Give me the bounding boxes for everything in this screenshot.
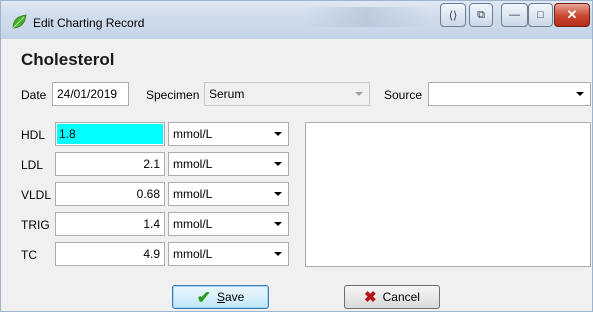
save-mnemonic: S [216, 290, 225, 304]
trig-label: TRIG [21, 218, 50, 232]
trig-unit: mmol/L [173, 217, 213, 231]
trig-value: 1.4 [143, 217, 160, 231]
chevron-down-icon [274, 252, 282, 256]
minimize-icon: — [509, 9, 520, 21]
specimen-value: Serum [209, 87, 245, 101]
tc-unit-select[interactable]: mmol/L [168, 242, 289, 266]
vldl-label: VLDL [21, 188, 52, 202]
minimize-button[interactable]: — [501, 3, 528, 27]
hdl-unit-select[interactable]: mmol/L [168, 122, 289, 146]
date-value: 24/01/2019 [57, 87, 118, 101]
chevron-down-icon [274, 192, 282, 196]
ldl-label: LDL [21, 158, 44, 172]
tc-value-field[interactable]: 4.9 [55, 242, 165, 266]
source-select[interactable] [428, 82, 591, 106]
tc-unit: mmol/L [173, 247, 213, 261]
trig-unit-select[interactable]: mmol/L [168, 212, 289, 236]
chevron-down-icon [355, 92, 363, 96]
maximize-icon: □ [537, 9, 544, 21]
record-heading: Cholesterol [21, 50, 115, 69]
title-bar[interactable]: Edit Charting Record ⟨⟩ ⧉ — □ ✕ [1, 1, 592, 39]
hdl-value-field[interactable]: 1.8 [55, 122, 165, 146]
ldl-value-field[interactable]: 2.1 [55, 152, 165, 176]
vldl-value-field[interactable]: 0.68 [55, 182, 165, 206]
trig-value-field[interactable]: 1.4 [55, 212, 165, 236]
cancel-button[interactable]: ✖ Cancel [344, 285, 440, 309]
window-title: Edit Charting Record [33, 16, 145, 30]
specimen-select[interactable]: Serum [204, 82, 370, 106]
cancel-label: Cancel [382, 290, 420, 304]
specimen-label: Specimen [146, 88, 200, 102]
hdl-label: HDL [21, 128, 46, 142]
check-icon: ✔ [196, 287, 211, 307]
hdl-value: 1.8 [59, 127, 76, 141]
ldl-unit-select[interactable]: mmol/L [168, 152, 289, 176]
copy-glyph: ⧉ [477, 8, 485, 21]
maximize-button[interactable]: □ [528, 3, 553, 27]
chevron-down-icon [274, 162, 282, 166]
tc-label: TC [21, 248, 37, 262]
vldl-unit: mmol/L [173, 187, 213, 201]
chevron-down-icon [274, 132, 282, 136]
date-field[interactable]: 24/01/2019 [52, 82, 129, 106]
vldl-value: 0.68 [136, 187, 160, 201]
close-icon: ✕ [566, 7, 578, 22]
tc-value: 4.9 [143, 247, 160, 261]
edit-charting-record-window: Edit Charting Record ⟨⟩ ⧉ — □ ✕ Choleste… [0, 0, 593, 312]
chevron-down-icon [274, 222, 282, 226]
leaf-icon [12, 14, 27, 29]
save-label: Save [217, 290, 244, 304]
save-button[interactable]: ✔ Save [172, 285, 269, 309]
x-icon: ✖ [364, 288, 377, 306]
ldl-unit: mmol/L [173, 157, 213, 171]
copy-icon[interactable]: ⧉ [469, 3, 493, 27]
chevron-down-icon [576, 92, 584, 96]
code-glyph: ⟨⟩ [448, 9, 458, 22]
hdl-unit: mmol/L [173, 127, 213, 141]
notes-textarea[interactable] [305, 122, 591, 267]
selection-highlight: 1.8 [57, 124, 163, 144]
code-icon[interactable]: ⟨⟩ [440, 3, 466, 27]
source-label: Source [384, 88, 423, 102]
vldl-unit-select[interactable]: mmol/L [168, 182, 289, 206]
save-label-rest: ave [224, 290, 245, 304]
close-button[interactable]: ✕ [554, 3, 590, 27]
date-label: Date [21, 88, 47, 102]
ldl-value: 2.1 [143, 157, 160, 171]
